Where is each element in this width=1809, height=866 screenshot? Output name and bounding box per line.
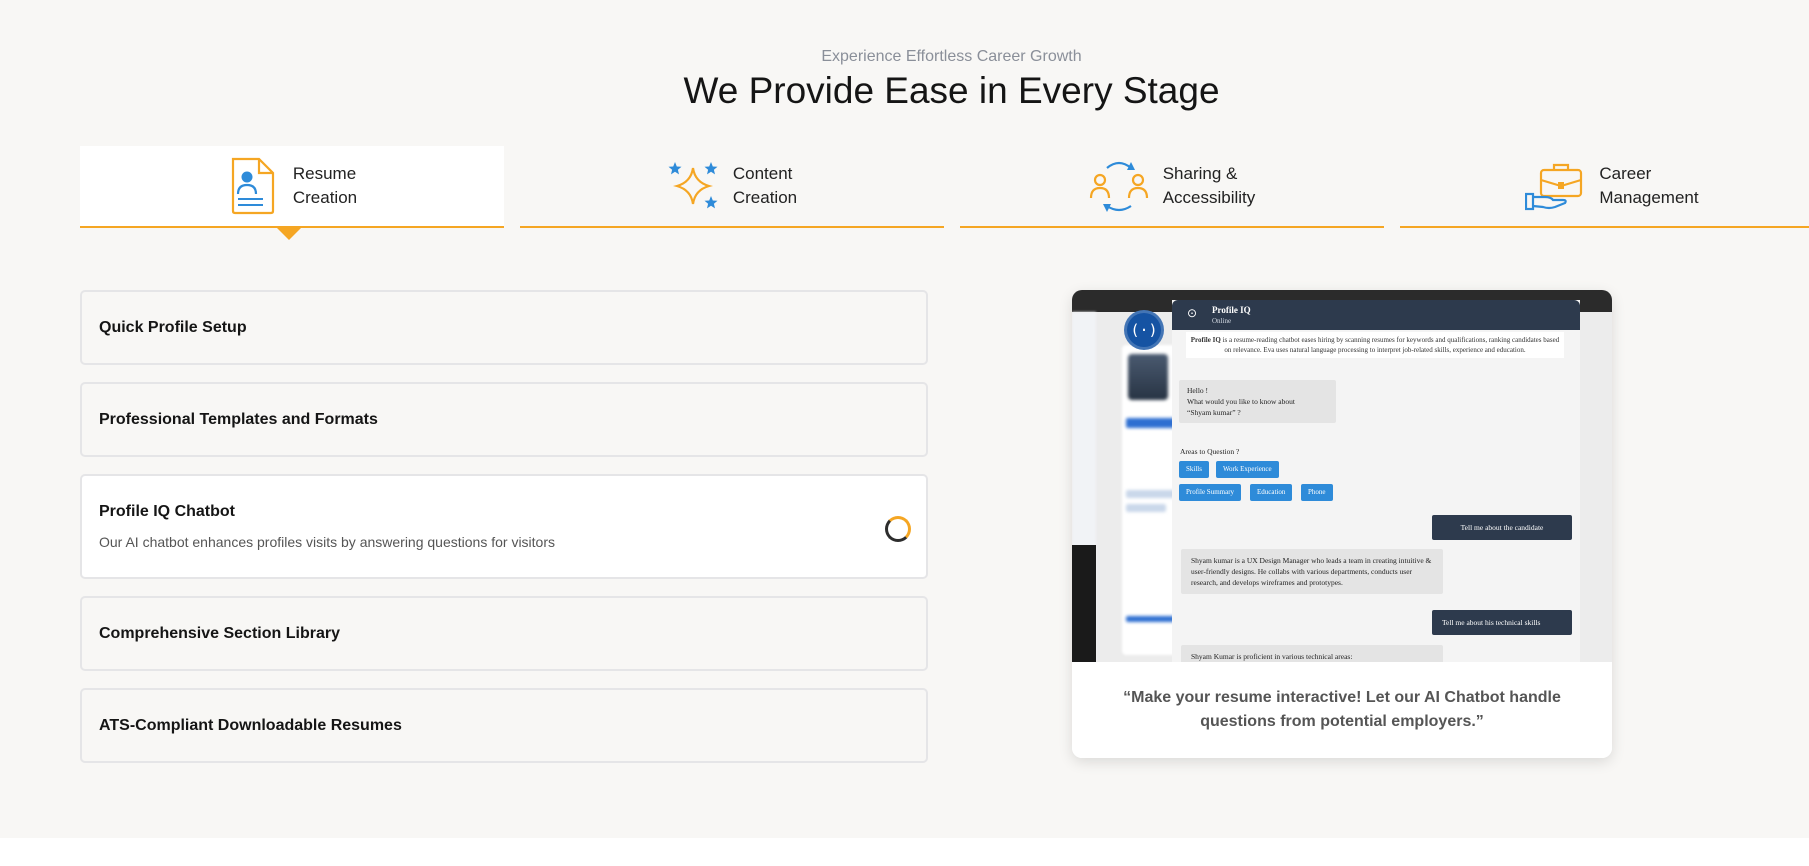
active-tab-pointer — [277, 228, 301, 240]
accordion-item-title: ATS-Compliant Downloadable Resumes — [99, 717, 402, 734]
screenshot-bar — [1126, 418, 1176, 428]
bot-reply-message: Shyam Kumar is proficient in various tec… — [1181, 645, 1443, 662]
message-line: Hello ! — [1187, 386, 1209, 395]
chatbot-avatar-icon: (·) — [1124, 310, 1164, 350]
preview-quote: “Make your resume interactive! Let our A… — [1072, 662, 1612, 758]
chat-intro-text: is a resume-reading chatbot eases hiring… — [1220, 336, 1560, 354]
accordion-item-ats-resumes[interactable]: ATS-Compliant Downloadable Resumes — [80, 688, 928, 763]
people-sharing-icon — [1089, 161, 1148, 212]
accordion-item-professional-templates[interactable]: Professional Templates and Formats — [80, 382, 928, 457]
chip-skills[interactable]: Skills — [1179, 461, 1209, 478]
chat-header: ⊙ Profile IQ Online — [1172, 300, 1580, 330]
accordion-item-title: Quick Profile Setup — [99, 319, 247, 336]
tab-label-line: Resume — [292, 164, 357, 183]
tab-label-line: Career — [1599, 164, 1652, 183]
screenshot-sidebar-footer — [1072, 545, 1096, 662]
section-eyebrow: Experience Effortless Career Growth — [821, 48, 1082, 65]
feature-tabs: Resume Creation Content Creation Sharing — [80, 146, 1809, 242]
accordion-item-profile-iq-chatbot[interactable]: Profile IQ Chatbot Our AI chatbot enhanc… — [80, 474, 928, 579]
avatar — [1128, 354, 1168, 400]
chat-intro: Profile IQ is a resume-reading chatbot e… — [1186, 332, 1564, 358]
accordion-item-title: Comprehensive Section Library — [99, 625, 340, 642]
briefcase-hand-icon — [1525, 163, 1583, 211]
tab-label-line: Accessibility — [1162, 188, 1256, 207]
feature-preview-card: (·) ⊙ Profile IQ Online Profile IQ is a … — [1072, 290, 1612, 758]
bot-greeting-message: Hello ! What would you like to know abou… — [1179, 380, 1336, 423]
robot-icon: ⊙ — [1187, 306, 1198, 320]
progress-ring-icon — [885, 516, 911, 542]
tab-sharing-accessibility[interactable]: Sharing & Accessibility — [960, 146, 1384, 228]
tab-resume-creation[interactable]: Resume Creation — [80, 146, 504, 228]
tab-label-line: Sharing & — [1162, 164, 1238, 183]
screenshot-bar — [1126, 616, 1176, 622]
chat-name: Profile IQ — [1212, 305, 1251, 315]
tab-label-line: Management — [1599, 188, 1699, 207]
resume-document-icon — [231, 157, 274, 215]
chip-phone[interactable]: Phone — [1301, 484, 1333, 501]
chip-work-experience[interactable]: Work Experience — [1216, 461, 1279, 478]
section-title: We Provide Ease in Every Stage — [683, 70, 1220, 111]
screenshot-bar — [1126, 490, 1176, 498]
chatbot-screenshot: (·) ⊙ Profile IQ Online Profile IQ is a … — [1072, 290, 1612, 662]
chip-profile-summary[interactable]: Profile Summary — [1179, 484, 1242, 501]
accordion-item-title: Profile IQ Chatbot — [99, 503, 235, 520]
tab-label-line: Content — [732, 164, 793, 183]
footer-band — [0, 838, 1809, 866]
user-message: Tell me about the candidate — [1432, 515, 1572, 540]
chat-window: ⊙ Profile IQ Online Profile IQ is a resu… — [1172, 300, 1580, 662]
user-message: Tell me about his technical skills — [1432, 610, 1572, 635]
sparkle-stars-icon — [668, 162, 718, 209]
chat-intro-name: Profile IQ — [1190, 336, 1221, 344]
areas-label: Areas to Question ? — [1180, 447, 1240, 456]
bot-reply-message: Shyam kumar is a UX Design Manager who l… — [1181, 549, 1443, 594]
tab-content-creation[interactable]: Content Creation — [520, 146, 944, 228]
tab-label-line: Creation — [292, 188, 358, 207]
screenshot-bar — [1126, 504, 1166, 512]
chip-education[interactable]: Education — [1250, 484, 1293, 501]
message-line: What would you like to know about — [1187, 397, 1295, 406]
tab-label-line: Creation — [732, 188, 798, 207]
chat-status: Online — [1212, 317, 1232, 325]
message-line: “Shyam kumar” ? — [1187, 408, 1241, 417]
accordion-item-section-library[interactable]: Comprehensive Section Library — [80, 596, 928, 671]
accordion-item-description: Our AI chatbot enhances profiles visits … — [99, 534, 555, 550]
accordion-item-title: Professional Templates and Formats — [99, 411, 378, 428]
accordion-item-quick-profile-setup[interactable]: Quick Profile Setup — [80, 290, 928, 365]
tab-career-management[interactable]: Career Management — [1400, 146, 1809, 228]
